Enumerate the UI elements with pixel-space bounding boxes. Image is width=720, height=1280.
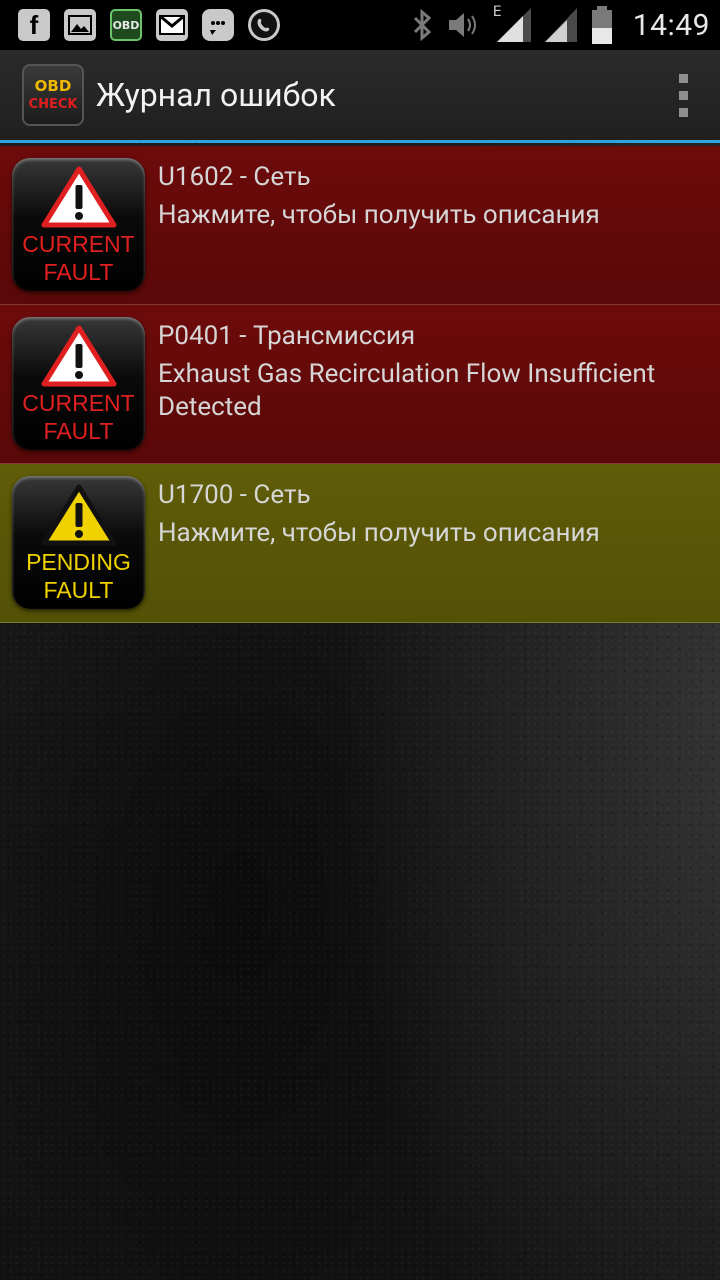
badge-line-1: CURRENT xyxy=(22,231,135,257)
signal-2-icon xyxy=(544,8,577,42)
fault-code: U1602 - Сеть xyxy=(158,162,311,192)
fault-item-u1602[interactable]: CURRENT FAULT U1602 - Сеть Нажмите, чтоб… xyxy=(0,146,720,305)
badge-line-1: PENDING xyxy=(26,549,131,575)
clock: 14:49 xyxy=(632,7,710,43)
fault-text: U1602 - Сеть Нажмите, чтобы получить опи… xyxy=(158,160,710,232)
fault-code: P0401 - Трансмиссия xyxy=(158,321,416,351)
logo-obd-text: OBD xyxy=(34,77,72,95)
fault-description: Exhaust Gas Recirculation Flow Insuffici… xyxy=(158,359,656,422)
obd-icon-label: OBD xyxy=(112,18,140,32)
fault-description: Нажмите, чтобы получить описания xyxy=(158,518,600,548)
menu-dot xyxy=(678,107,688,117)
badge-line-2: FAULT xyxy=(43,418,114,444)
app-logo-icon[interactable]: OBD CHECK xyxy=(22,64,84,126)
volume-icon xyxy=(448,13,476,37)
system-icons: E 14:49 xyxy=(411,4,710,44)
pending-fault-badge: PENDING FAULT xyxy=(12,476,145,609)
warning-triangle-icon xyxy=(41,325,116,387)
current-fault-badge: CURRENT FAULT xyxy=(12,158,145,291)
warning-triangle-icon xyxy=(41,484,116,546)
badge-line-2: FAULT xyxy=(43,259,114,285)
page-title: Журнал ошибок xyxy=(96,76,336,114)
gmail-icon xyxy=(156,9,188,41)
menu-dot xyxy=(678,90,688,100)
status-bar: f OBD E 14:49 xyxy=(0,0,720,50)
message-icon xyxy=(202,9,234,41)
fault-description: Нажмите, чтобы получить описания xyxy=(158,200,600,230)
notification-icons: f OBD xyxy=(18,9,411,41)
overflow-menu-button[interactable] xyxy=(668,65,698,125)
fault-item-p0401[interactable]: CURRENT FAULT P0401 - Трансмиссия Exhaus… xyxy=(0,305,720,464)
bluetooth-icon xyxy=(413,9,431,41)
fault-list: CURRENT FAULT U1602 - Сеть Нажмите, чтоб… xyxy=(0,146,720,623)
badge-label: CURRENT FAULT xyxy=(22,230,134,286)
badge-label: CURRENT FAULT xyxy=(22,389,134,445)
action-bar: OBD CHECK Журнал ошибок xyxy=(0,50,720,143)
battery-icon xyxy=(591,6,612,44)
badge-line-2: FAULT xyxy=(43,577,114,603)
fault-item-u1700[interactable]: PENDING FAULT U1700 - Сеть Нажмите, чтоб… xyxy=(0,464,720,623)
warning-triangle-icon xyxy=(41,166,116,228)
menu-dot xyxy=(678,73,688,83)
current-fault-badge: CURRENT FAULT xyxy=(12,317,145,450)
fault-text: P0401 - Трансмиссия Exhaust Gas Recircul… xyxy=(158,319,710,424)
gallery-icon xyxy=(64,9,96,41)
badge-label: PENDING FAULT xyxy=(26,548,131,604)
obd-icon: OBD xyxy=(110,9,142,41)
logo-check-text: CHECK xyxy=(28,97,78,112)
viber-icon xyxy=(248,9,280,41)
signal-icon: E xyxy=(493,4,531,42)
badge-line-1: CURRENT xyxy=(22,390,135,416)
fault-code: U1700 - Сеть xyxy=(158,480,311,510)
fault-text: U1700 - Сеть Нажмите, чтобы получить опи… xyxy=(158,478,710,550)
facebook-icon: f xyxy=(18,9,50,41)
